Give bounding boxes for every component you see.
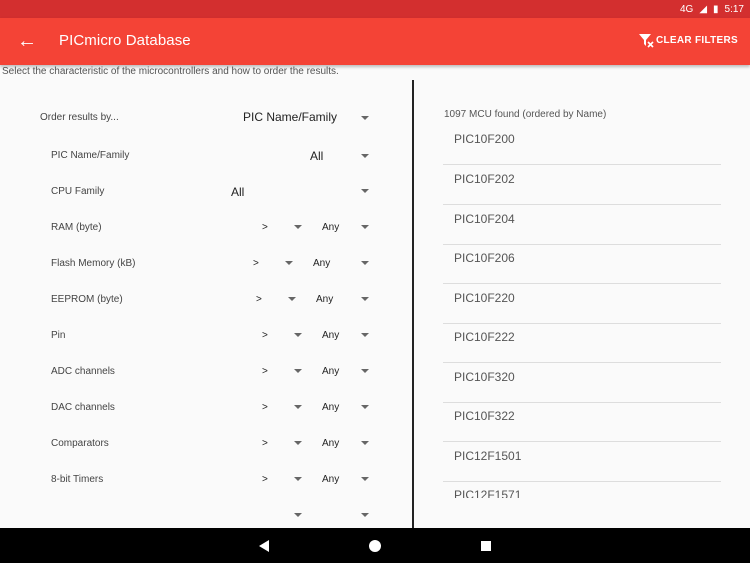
network-indicator: 4G — [679, 3, 694, 15]
value-select[interactable]: Any — [322, 438, 339, 449]
chevron-down-icon[interactable] — [361, 297, 369, 301]
filter-label: DAC channels — [51, 402, 115, 413]
order-label: Order results by... — [40, 112, 119, 123]
nav-recents-icon[interactable] — [481, 540, 491, 551]
list-item[interactable]: PIC12F1501 — [443, 442, 721, 482]
filter-label: ADC channels — [51, 366, 115, 377]
chevron-down-icon[interactable] — [361, 513, 369, 517]
chevron-down-icon[interactable] — [361, 441, 369, 445]
results-list[interactable]: PIC10F200 PIC10F202 PIC10F204 PIC10F206 … — [443, 125, 723, 498]
value-select[interactable]: Any — [322, 366, 339, 377]
operator-select[interactable]: > — [262, 438, 268, 449]
battery-icon: ▮ — [713, 3, 719, 15]
operator-select[interactable]: > — [262, 330, 268, 341]
chevron-down-icon[interactable] — [288, 297, 296, 301]
chevron-down-icon[interactable] — [285, 261, 293, 265]
chevron-down-icon[interactable] — [294, 225, 302, 229]
pic-name-select[interactable]: All — [310, 149, 323, 163]
order-select-value[interactable]: PIC Name/Family — [243, 110, 337, 124]
chevron-down-icon[interactable] — [294, 513, 302, 517]
list-item[interactable]: PIC10F322 — [443, 402, 721, 442]
chevron-down-icon[interactable] — [361, 154, 369, 158]
chevron-down-icon[interactable] — [361, 369, 369, 373]
chevron-down-icon[interactable] — [361, 261, 369, 265]
chevron-down-icon[interactable] — [361, 189, 369, 193]
nav-home-icon[interactable] — [369, 539, 381, 552]
chevron-down-icon[interactable] — [294, 441, 302, 445]
value-select[interactable]: Any — [322, 330, 339, 341]
value-select[interactable]: Any — [322, 474, 339, 485]
value-select[interactable]: Any — [322, 222, 339, 233]
signal-icon: ◢ — [699, 3, 708, 15]
chevron-down-icon[interactable] — [294, 405, 302, 409]
cpu-family-select[interactable]: All — [231, 185, 244, 199]
filter-label: RAM (byte) — [51, 222, 102, 233]
chevron-down-icon[interactable] — [361, 333, 369, 337]
list-item[interactable]: PIC10F202 — [443, 165, 721, 205]
operator-select[interactable]: > — [253, 258, 259, 269]
results-count: 1097 MCU found (ordered by Name) — [444, 109, 607, 120]
chevron-down-icon[interactable] — [361, 405, 369, 409]
operator-select[interactable]: > — [262, 366, 268, 377]
list-item[interactable]: PIC10F204 — [443, 205, 721, 245]
status-bar: 4G ◢ ▮ 5:17 — [0, 0, 750, 18]
back-arrow-icon[interactable]: ← — [16, 30, 38, 52]
chevron-down-icon[interactable] — [294, 477, 302, 481]
clear-filters-button[interactable]: CLEAR FILTERS — [638, 32, 738, 48]
list-item[interactable]: PIC10F222 — [443, 323, 721, 363]
filter-label: Flash Memory (kB) — [51, 258, 136, 269]
chevron-down-icon[interactable] — [361, 225, 369, 229]
filter-label: CPU Family — [51, 186, 105, 197]
clock: 5:17 — [724, 3, 744, 15]
value-select[interactable]: Any — [322, 402, 339, 413]
operator-select[interactable]: > — [262, 402, 268, 413]
list-item[interactable]: PIC10F206 — [443, 244, 721, 284]
nav-back-icon[interactable] — [259, 539, 269, 552]
operator-select[interactable]: > — [256, 294, 262, 305]
list-item[interactable]: PIC10F200 — [443, 125, 721, 165]
list-item[interactable]: PIC10F220 — [443, 284, 721, 324]
filter-label: Pin — [51, 330, 66, 341]
filter-label: Comparators — [51, 438, 109, 449]
chevron-down-icon[interactable] — [294, 333, 302, 337]
page-title: PICmicro Database — [59, 32, 191, 49]
app-bar: ← PICmicro Database CLEAR FILTERS — [0, 18, 750, 65]
filter-label: PIC Name/Family — [51, 150, 130, 161]
operator-select[interactable]: > — [262, 222, 268, 233]
system-nav-bar — [0, 528, 750, 563]
chevron-down-icon[interactable] — [294, 369, 302, 373]
filter-clear-icon — [638, 34, 654, 48]
panel-divider — [412, 80, 414, 528]
value-select[interactable]: Any — [316, 294, 333, 305]
filter-label: EEPROM (byte) — [51, 294, 123, 305]
chevron-down-icon[interactable] — [361, 116, 369, 120]
instructions-text: Select the characteristic of the microco… — [2, 66, 339, 77]
operator-select[interactable]: > — [262, 474, 268, 485]
filter-label: 8-bit Timers — [51, 474, 104, 485]
clear-filters-label: CLEAR FILTERS — [655, 34, 738, 46]
chevron-down-icon[interactable] — [361, 477, 369, 481]
list-item[interactable]: PIC10F320 — [443, 363, 721, 403]
value-select[interactable]: Any — [313, 258, 330, 269]
list-item[interactable]: PIC12F1571 — [443, 481, 721, 498]
